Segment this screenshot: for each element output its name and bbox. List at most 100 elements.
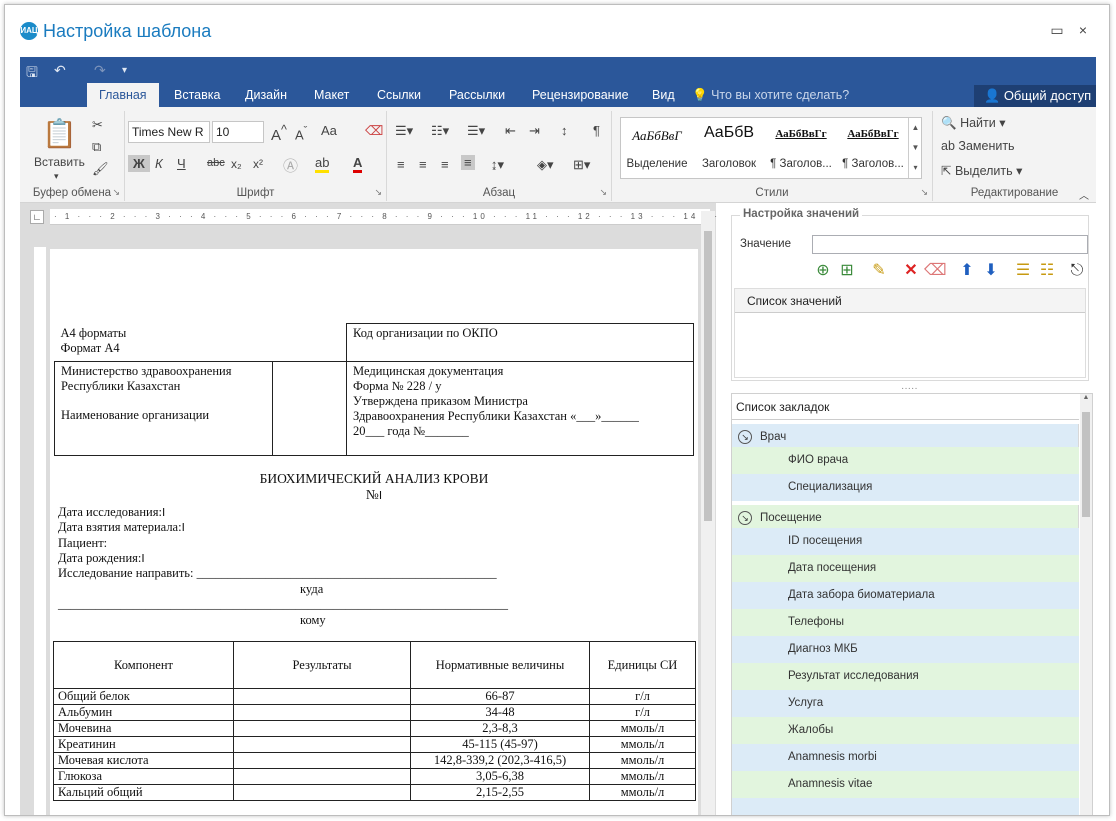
move-down-icon[interactable]: ⬇ <box>980 260 1002 282</box>
format-painter-icon[interactable]: 🖌 <box>92 161 109 177</box>
tab-layout[interactable]: Макет <box>302 83 361 107</box>
bookmark-item[interactable]: Услуга <box>732 690 1079 717</box>
share-button[interactable]: 👤 Общий доступ <box>974 85 1096 107</box>
bookmark-item[interactable]: Жалобы <box>732 717 1079 744</box>
align-right-icon[interactable]: ≡ <box>441 157 449 172</box>
bullets-icon[interactable]: ☰▾ <box>395 123 413 139</box>
underline-button[interactable]: Ч <box>177 156 186 171</box>
tab-view[interactable]: Вид <box>640 83 687 107</box>
move-up-icon[interactable]: ⬆ <box>956 260 978 282</box>
decrease-indent-icon[interactable]: ⇤ <box>505 123 516 139</box>
cell-result[interactable] <box>233 704 411 721</box>
borders-icon[interactable]: ⊞▾ <box>573 157 590 173</box>
collapse-icon[interactable]: ↘ <box>738 430 752 444</box>
select-button[interactable]: ⇱ Выделить ▾ <box>941 163 1022 178</box>
cell-result[interactable] <box>233 688 411 705</box>
tab-review[interactable]: Рецензирование <box>520 83 641 107</box>
cell-result[interactable] <box>233 752 411 769</box>
text-effects-icon[interactable]: Ⓐ <box>283 155 298 176</box>
paste-icon[interactable]: 📋 <box>42 117 77 150</box>
values-list[interactable]: Список значений <box>734 288 1086 378</box>
font-name-select[interactable]: Times New R <box>128 121 210 143</box>
highlight-icon[interactable]: ab <box>315 155 330 173</box>
tab-insert[interactable]: Вставка <box>162 83 232 107</box>
customize-qat-icon[interactable]: ▾ <box>122 65 127 76</box>
paste-dropdown-icon[interactable]: ▾ <box>54 171 59 182</box>
subscript-button[interactable]: x₂ <box>231 157 242 171</box>
font-color-icon[interactable]: A <box>353 155 363 173</box>
sort-icon[interactable]: ↕ <box>561 123 568 138</box>
scroll-up-icon[interactable]: ▲ <box>1080 394 1092 401</box>
bold-button[interactable]: Ж <box>128 155 150 172</box>
style-emphasis[interactable]: АаБбВвГ Выделение <box>621 118 693 178</box>
align-left-icon[interactable]: ≡ <box>397 157 405 172</box>
horizontal-ruler[interactable]: · 1 · · · 2 · · · 3 · · · 4 · · · 5 · · … <box>50 209 865 225</box>
bookmark-item[interactable]: Результат исследования <box>732 663 1079 690</box>
strikethrough-button[interactable]: abc <box>207 157 225 169</box>
bookmark-item[interactable]: Телефоны <box>732 609 1079 636</box>
tell-me-search[interactable]: 💡 Что вы хотите сделать? <box>692 83 849 107</box>
cut-icon[interactable]: ✂ <box>92 117 103 133</box>
align-center-icon[interactable]: ≡ <box>419 157 427 172</box>
list-export-icon[interactable]: ☷ <box>1036 260 1058 282</box>
cell-result[interactable] <box>233 736 411 753</box>
multilevel-list-icon[interactable]: ☰▾ <box>467 123 485 139</box>
bookmark-item[interactable]: Диагноз МКБ <box>732 636 1079 663</box>
redo-icon[interactable]: ↷ <box>94 62 106 79</box>
clipboard-launcher-icon[interactable]: ↘ <box>112 187 120 198</box>
tab-references[interactable]: Ссылки <box>365 83 433 107</box>
italic-button[interactable]: К <box>155 156 163 171</box>
justify-icon[interactable]: ≡ <box>461 155 475 170</box>
clear-formatting-icon[interactable]: ⌫ <box>365 123 383 139</box>
tab-home[interactable]: Главная <box>87 83 159 107</box>
numbering-icon[interactable]: ☷▾ <box>431 123 449 139</box>
close-button[interactable]: × <box>1073 22 1093 38</box>
style-heading-1[interactable]: АаБбВвГг ¶ Заголов... <box>765 118 837 178</box>
add-subvalue-icon[interactable]: ⊞ <box>836 260 858 282</box>
replace-button[interactable]: ab Заменить <box>941 139 1015 153</box>
style-heading-2[interactable]: АаБбВвГг ¶ Заголов... <box>837 118 909 178</box>
exit-icon[interactable]: ⎋ <box>1066 260 1088 282</box>
superscript-button[interactable]: x² <box>253 157 263 171</box>
document-page[interactable]: А4 форматы Формат А4 Код организации по … <box>50 249 698 815</box>
line-spacing-icon[interactable]: ↨▾ <box>491 157 504 173</box>
grow-font-icon[interactable]: A^ <box>271 123 287 144</box>
font-launcher-icon[interactable]: ↘ <box>374 187 382 198</box>
cell-result[interactable] <box>233 768 411 785</box>
bookmark-item[interactable]: Anamnesis morbi <box>732 744 1079 771</box>
tab-selector-icon[interactable]: ∟ <box>30 210 44 224</box>
delete-icon[interactable]: ✕ <box>900 260 922 282</box>
cell-result[interactable] <box>233 784 411 801</box>
styles-scroll[interactable]: ▲ ▼ ▾ <box>908 118 922 178</box>
shading-icon[interactable]: ◈▾ <box>537 157 554 173</box>
minimize-button[interactable]: ▭ <box>1047 22 1067 39</box>
collapse-icon[interactable]: ↘ <box>738 511 752 525</box>
copy-icon[interactable]: ⧉ <box>92 139 101 155</box>
scrollbar-thumb[interactable] <box>704 231 712 521</box>
bookmarks-scrollbar[interactable]: ▲ <box>1080 394 1092 815</box>
bookmark-item[interactable] <box>732 798 1079 815</box>
eraser-icon[interactable]: ⌫ <box>924 260 947 282</box>
value-input[interactable] <box>812 235 1088 254</box>
undo-icon[interactable]: ↶ <box>54 62 66 79</box>
bookmark-item[interactable]: ФИО врача <box>732 447 1079 474</box>
add-value-icon[interactable]: ⊕ <box>812 260 834 282</box>
shrink-font-icon[interactable]: Aˇ <box>295 125 307 142</box>
find-button[interactable]: 🔍 Найти ▾ <box>941 115 1005 131</box>
bookmark-item[interactable]: Дата забора биоматериала <box>732 582 1079 609</box>
tab-mailings[interactable]: Рассылки <box>437 83 517 107</box>
style-heading[interactable]: АаБбВ Заголовок <box>693 118 765 178</box>
change-case-button[interactable]: Aa <box>321 123 337 138</box>
document-scrollbar[interactable] <box>701 211 715 815</box>
paste-button[interactable]: Вставить <box>34 155 85 169</box>
font-size-select[interactable]: 10 <box>212 121 264 143</box>
bookmark-item[interactable]: Anamnesis vitae <box>732 771 1079 798</box>
bookmark-item[interactable]: Специализация <box>732 474 1079 501</box>
cell-result[interactable] <box>233 720 411 737</box>
list-import-icon[interactable]: ☰ <box>1012 260 1034 282</box>
tab-design[interactable]: Дизайн <box>233 83 299 107</box>
paragraph-launcher-icon[interactable]: ↘ <box>599 187 607 198</box>
scrollbar-thumb[interactable] <box>1082 412 1090 517</box>
increase-indent-icon[interactable]: ⇥ <box>529 123 540 139</box>
bookmark-item[interactable]: ID посещения <box>732 528 1079 555</box>
